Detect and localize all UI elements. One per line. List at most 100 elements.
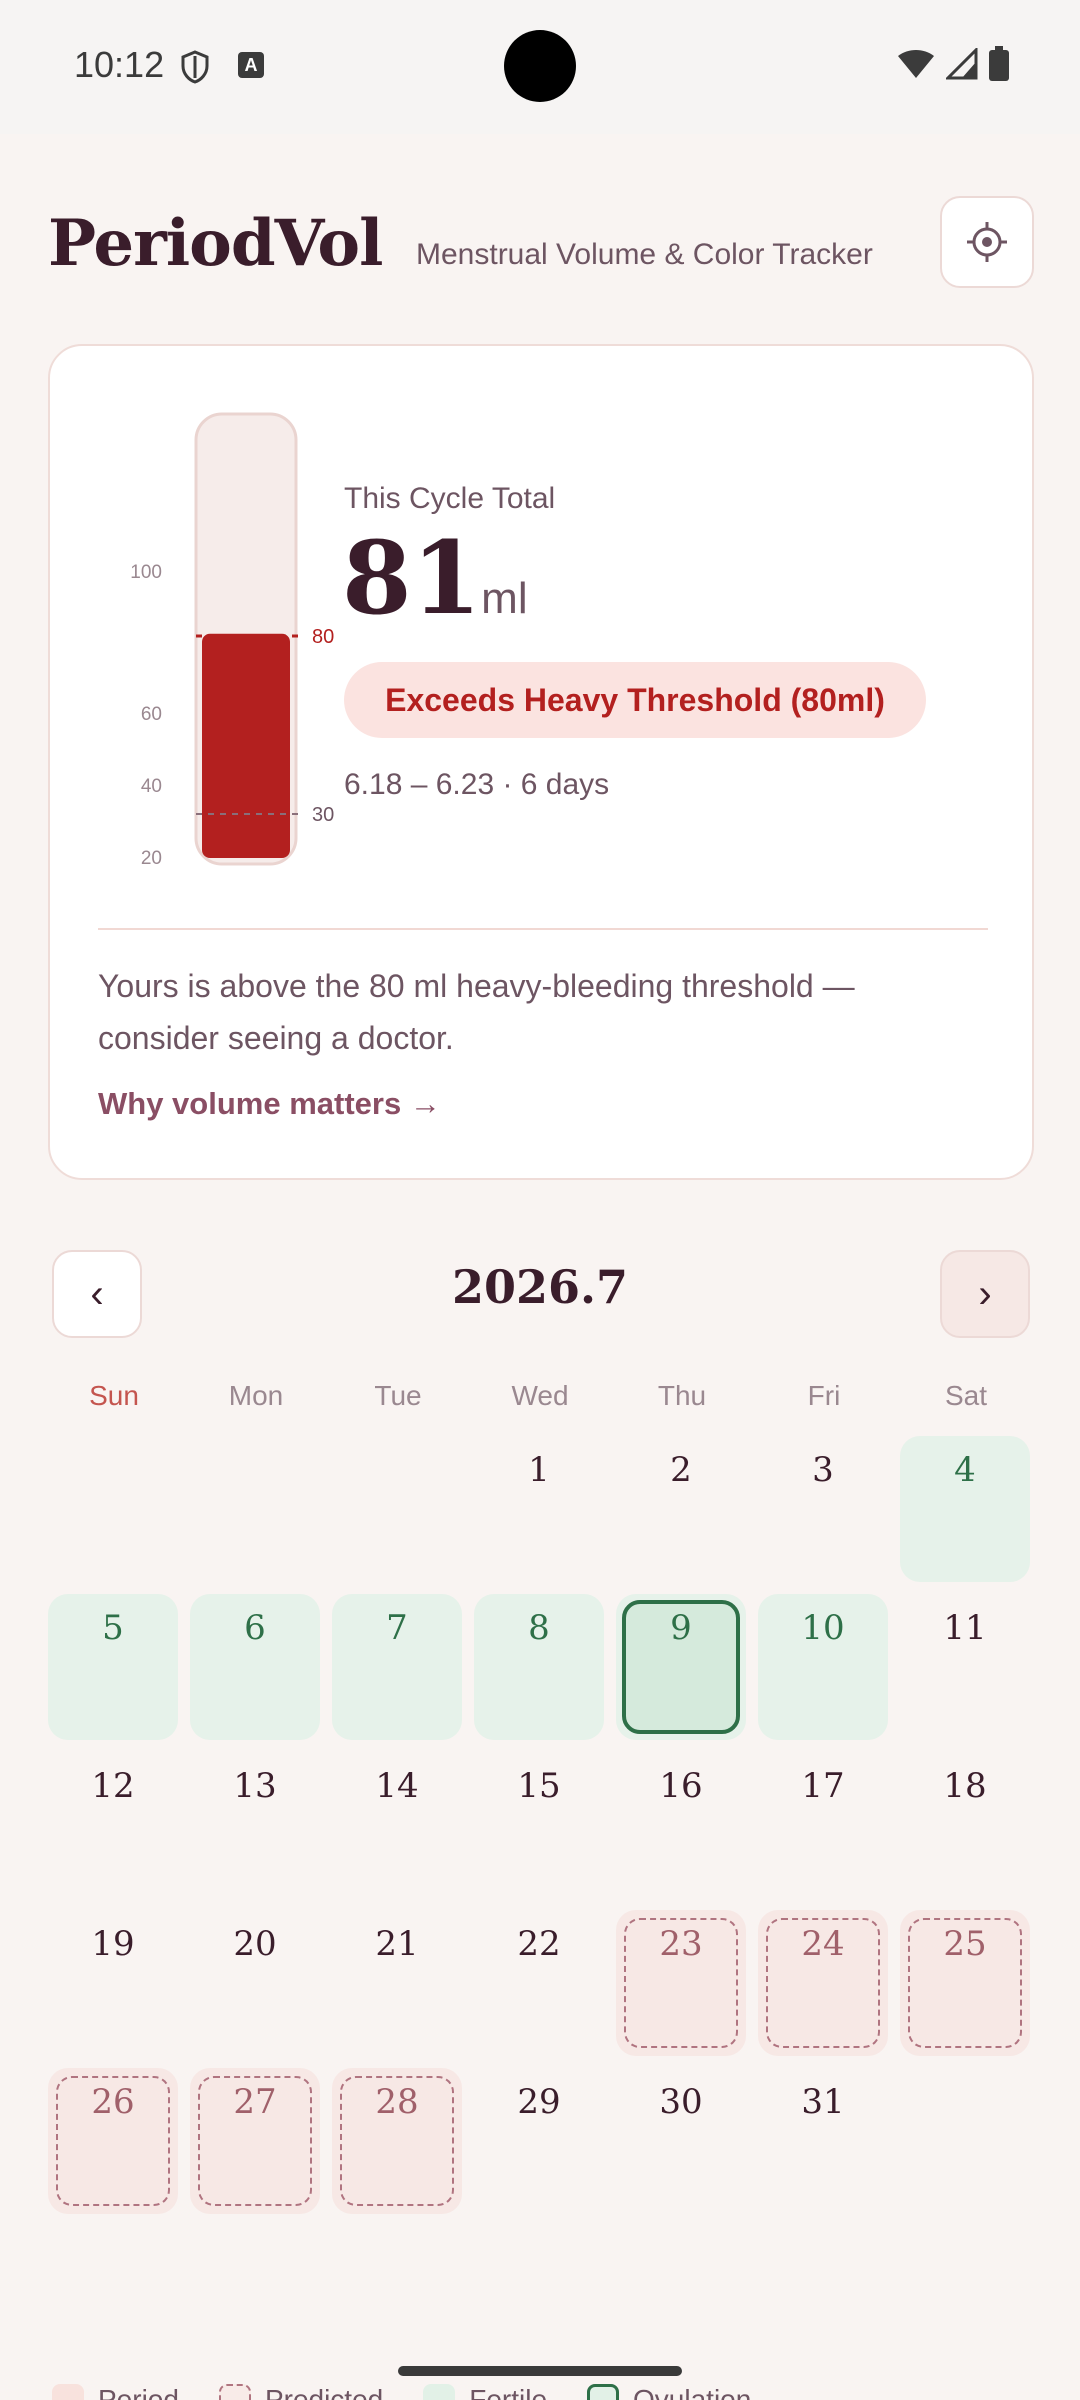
period-swatch bbox=[52, 2384, 84, 2400]
calendar-day[interactable]: 5 bbox=[48, 1594, 178, 1740]
calendar-day[interactable]: 22 bbox=[474, 1910, 604, 2056]
calendar-day[interactable]: 3 bbox=[758, 1436, 888, 1582]
calendar-day[interactable]: 6 bbox=[190, 1594, 320, 1740]
calendar-day-number: 18 bbox=[943, 1766, 987, 1806]
calendar-day-number: 24 bbox=[801, 1924, 845, 1964]
cycle-total-value: 81ml bbox=[342, 518, 528, 659]
calendar-day-number: 9 bbox=[670, 1608, 692, 1648]
weekday-sat: Sat bbox=[944, 1380, 988, 1411]
cycle-total-number: 81 bbox=[342, 519, 482, 637]
calendar-day[interactable]: 27 bbox=[190, 2068, 320, 2214]
calendar-day-number: 12 bbox=[91, 1766, 135, 1806]
calendar-day-number: 25 bbox=[943, 1924, 987, 1964]
calendar-day[interactable]: 7 bbox=[332, 1594, 462, 1740]
home-indicator[interactable] bbox=[398, 2366, 682, 2376]
calendar-day[interactable]: 11 bbox=[900, 1594, 1030, 1740]
fertile-swatch bbox=[423, 2384, 456, 2400]
calendar-day[interactable]: 8 bbox=[474, 1594, 604, 1740]
why-volume-link[interactable]: Why volume matters → bbox=[98, 1086, 441, 1122]
gauge-tick-label: 40 bbox=[141, 776, 162, 797]
app-screen: PeriodVol Menstrual Volume & Color Track… bbox=[0, 134, 1080, 2400]
calendar-day[interactable]: 30 bbox=[616, 2068, 746, 2214]
month-title: 2026.7 bbox=[451, 1260, 629, 1314]
weekday-sun: Sun bbox=[89, 1380, 139, 1411]
calendar-day[interactable]: 1 bbox=[474, 1436, 604, 1582]
cycle-date-range: 6.18 – 6.23 · 6 days bbox=[344, 768, 610, 801]
legend-period: Period bbox=[52, 2384, 179, 2400]
gauge-tick-label: 60 bbox=[141, 704, 162, 725]
calendar-day-number: 17 bbox=[801, 1766, 845, 1806]
calendar-day[interactable]: 14 bbox=[332, 1752, 462, 1898]
gauge-tick-label: 100 bbox=[130, 562, 162, 583]
calendar-day-number: 26 bbox=[91, 2082, 135, 2122]
legend-period-label: Period bbox=[98, 2384, 179, 2400]
weekday-tue: Tue bbox=[374, 1380, 422, 1411]
calendar-day-number: 2 bbox=[670, 1450, 692, 1490]
calendar-day-number: 29 bbox=[517, 2082, 561, 2122]
calendar-day[interactable]: 28 bbox=[332, 2068, 462, 2214]
legend-fertile-label: Fertile bbox=[469, 2384, 548, 2400]
calendar-day[interactable]: 21 bbox=[332, 1910, 462, 2056]
ovulation-swatch bbox=[587, 2384, 620, 2400]
calendar-day[interactable]: 29 bbox=[474, 2068, 604, 2214]
calendar-day-number: 13 bbox=[233, 1766, 277, 1806]
legend-ovulation-label: Ovulation bbox=[633, 2384, 752, 2400]
calendar-day[interactable]: 19 bbox=[48, 1910, 178, 2056]
calendar-legend: Period Predicted Fertile Ovulation bbox=[52, 2384, 791, 2400]
calendar-day[interactable]: 9 bbox=[616, 1594, 746, 1740]
calendar-day[interactable]: 20 bbox=[190, 1910, 320, 2056]
calendar-day-number: 20 bbox=[233, 1924, 277, 1964]
heavy-alert-badge: Exceeds Heavy Threshold (80ml) bbox=[344, 662, 926, 738]
light-threshold-label: 30 bbox=[312, 804, 334, 826]
calendar-day[interactable]: 13 bbox=[190, 1752, 320, 1898]
app-title: PeriodVol bbox=[48, 206, 383, 281]
status-icons bbox=[896, 46, 1010, 82]
calendar-day[interactable]: 16 bbox=[616, 1752, 746, 1898]
battery-icon bbox=[989, 46, 1009, 81]
calendar-day-number: 31 bbox=[801, 2082, 845, 2122]
calendar-day-number: 11 bbox=[943, 1608, 987, 1648]
calendar-day[interactable]: 25 bbox=[900, 1910, 1030, 2056]
cycle-summary-card: 100 60 40 20 80 30 This Cycle Total 81ml… bbox=[48, 344, 1034, 1180]
calendar-day-number: 28 bbox=[375, 2082, 419, 2122]
legend-fertile: Fertile bbox=[423, 2384, 547, 2400]
legend-predicted: Predicted bbox=[218, 2384, 383, 2400]
next-month-button[interactable]: › bbox=[940, 1250, 1030, 1338]
cycle-total-label: This Cycle Total bbox=[344, 482, 556, 515]
calendar-day-number: 1 bbox=[528, 1450, 550, 1490]
calendar-day-number: 7 bbox=[386, 1608, 408, 1648]
settings-button[interactable] bbox=[940, 196, 1034, 288]
calendar-day-number: 6 bbox=[244, 1608, 266, 1648]
calendar-day[interactable]: 23 bbox=[616, 1910, 746, 2056]
calendar-day[interactable]: 2 bbox=[616, 1436, 746, 1582]
weekday-wed: Wed bbox=[511, 1380, 569, 1411]
calendar-day-number: 21 bbox=[375, 1924, 419, 1964]
calendar-day-number: 23 bbox=[659, 1924, 703, 1964]
heavy-threshold-label: 80 bbox=[312, 626, 334, 648]
legend-ovulation: Ovulation bbox=[587, 2384, 751, 2400]
calendar-day[interactable]: 15 bbox=[474, 1752, 604, 1898]
weekday-thu: Thu bbox=[657, 1380, 707, 1411]
advice-text: Yours is above the 80 ml heavy-bleeding … bbox=[98, 968, 855, 1056]
calendar-day-number: 8 bbox=[528, 1608, 550, 1648]
calendar-day-number: 19 bbox=[91, 1924, 135, 1964]
notification-icon: A bbox=[238, 52, 264, 78]
calendar-day[interactable]: 10 bbox=[758, 1594, 888, 1740]
calendar-day[interactable]: 24 bbox=[758, 1910, 888, 2056]
calendar-day[interactable]: 31 bbox=[758, 2068, 888, 2214]
calendar-day-number: 14 bbox=[375, 1766, 419, 1806]
shield-icon bbox=[180, 50, 210, 89]
calendar-day-number: 3 bbox=[812, 1450, 834, 1490]
calendar-day[interactable]: 4 bbox=[900, 1436, 1030, 1582]
camera-cutout bbox=[504, 30, 576, 102]
calendar-grid: 1 2 3 4 5 6 7 8 9 10 11 12 13 14 15 16 17 18 19 20 21 22 23 24 2… bbox=[48, 1436, 1034, 2216]
calendar-day[interactable]: 12 bbox=[48, 1752, 178, 1898]
predicted-swatch bbox=[218, 2384, 251, 2400]
status-time: 10:12 bbox=[74, 44, 165, 85]
calendar-day-number: 10 bbox=[801, 1608, 845, 1648]
calendar-day[interactable]: 26 bbox=[48, 2068, 178, 2214]
gauge-fill bbox=[202, 633, 290, 858]
calendar-day-number: 30 bbox=[659, 2082, 703, 2122]
calendar-day[interactable]: 18 bbox=[900, 1752, 1030, 1898]
calendar-day[interactable]: 17 bbox=[758, 1752, 888, 1898]
